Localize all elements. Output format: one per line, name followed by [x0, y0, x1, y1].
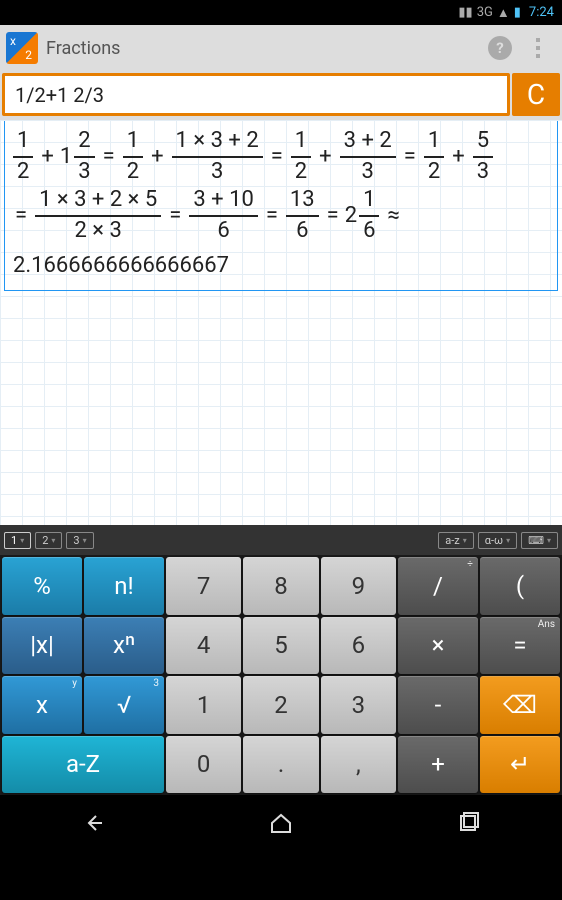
app-icon — [6, 32, 38, 64]
key-enter[interactable]: ↵ — [480, 736, 560, 794]
key-4[interactable]: 4 — [166, 617, 241, 675]
tab-latin[interactable]: a-z▾ — [438, 532, 474, 549]
key-9[interactable]: 9 — [321, 557, 396, 615]
status-bar: ▮▮ 3G ▲ ▮ 7:24 — [0, 0, 562, 25]
overflow-menu-icon[interactable] — [528, 38, 548, 58]
key-multiply[interactable]: × — [398, 617, 478, 675]
help-icon[interactable]: ? — [488, 36, 512, 60]
result-box: 12 + 123 = 12 + 1 × 3 + 23 = 12 + 3 + 23… — [4, 121, 558, 291]
tab-1[interactable]: 1▾ — [4, 532, 31, 549]
signal-icon: ▮▮ — [458, 5, 472, 20]
key-equals[interactable]: =Ans — [480, 617, 560, 675]
key-3[interactable]: 3 — [321, 676, 396, 734]
signal-icon: ▲ — [497, 5, 510, 21]
key-6[interactable]: 6 — [321, 617, 396, 675]
back-button[interactable] — [74, 808, 114, 838]
key-5[interactable]: 5 — [243, 617, 318, 675]
key-1[interactable]: 1 — [166, 676, 241, 734]
key-factorial[interactable]: n! — [84, 557, 164, 615]
step-line-2: = 1 × 3 + 2 × 52 × 3 = 3 + 106 = 136 = 2… — [11, 186, 551, 245]
battery-icon: ▮ — [514, 5, 521, 20]
key-power[interactable]: xⁿ — [84, 617, 164, 675]
key-plus[interactable]: + — [398, 736, 478, 794]
key-backspace[interactable]: ⌫ — [480, 676, 560, 734]
key-dot[interactable]: . — [243, 736, 318, 794]
expression-text: 1/2+1 2/3 — [15, 83, 104, 107]
keyboard-tab-row: 1▾ 2▾ 3▾ a-z▾ α-ω▾ ⌨▾ — [0, 525, 562, 555]
key-lparen[interactable]: ( — [480, 557, 560, 615]
clear-button[interactable]: C — [512, 73, 560, 116]
key-percent[interactable]: % — [2, 557, 82, 615]
key-2[interactable]: 2 — [243, 676, 318, 734]
net-label: 3G — [477, 5, 493, 20]
decimal-result: 2.1666666666666667 — [11, 249, 551, 282]
key-7[interactable]: 7 — [166, 557, 241, 615]
key-x[interactable]: xy — [2, 676, 82, 734]
step-line-1: 12 + 123 = 12 + 1 × 3 + 23 = 12 + 3 + 23… — [11, 127, 551, 186]
key-comma[interactable]: , — [321, 736, 396, 794]
key-0[interactable]: 0 — [166, 736, 241, 794]
recent-button[interactable] — [448, 808, 488, 838]
clock: 7:24 — [529, 5, 554, 20]
app-title: Fractions — [46, 38, 480, 59]
key-alpha[interactable]: a-Z — [2, 736, 164, 794]
tab-3[interactable]: 3▾ — [66, 532, 93, 549]
tab-keyboard-icon[interactable]: ⌨▾ — [521, 532, 558, 549]
home-button[interactable] — [261, 808, 301, 838]
key-8[interactable]: 8 — [243, 557, 318, 615]
work-area[interactable]: 12 + 123 = 12 + 1 × 3 + 23 = 12 + 3 + 23… — [0, 120, 562, 525]
expression-input[interactable]: 1/2+1 2/3 — [2, 73, 510, 116]
android-nav-bar — [0, 795, 562, 850]
key-minus[interactable]: - — [398, 676, 478, 734]
key-sqrt[interactable]: √3 — [84, 676, 164, 734]
key-divide[interactable]: /÷ — [398, 557, 478, 615]
tab-2[interactable]: 2▾ — [35, 532, 62, 549]
tab-greek[interactable]: α-ω▾ — [478, 532, 517, 549]
keypad: % n! 7 8 9 /÷ ( |x| xⁿ 4 5 6 × ) xy √3 1… — [0, 555, 562, 795]
input-row: 1/2+1 2/3 C — [0, 71, 562, 120]
key-abs[interactable]: |x| — [2, 617, 82, 675]
app-header: Fractions ? — [0, 25, 562, 71]
